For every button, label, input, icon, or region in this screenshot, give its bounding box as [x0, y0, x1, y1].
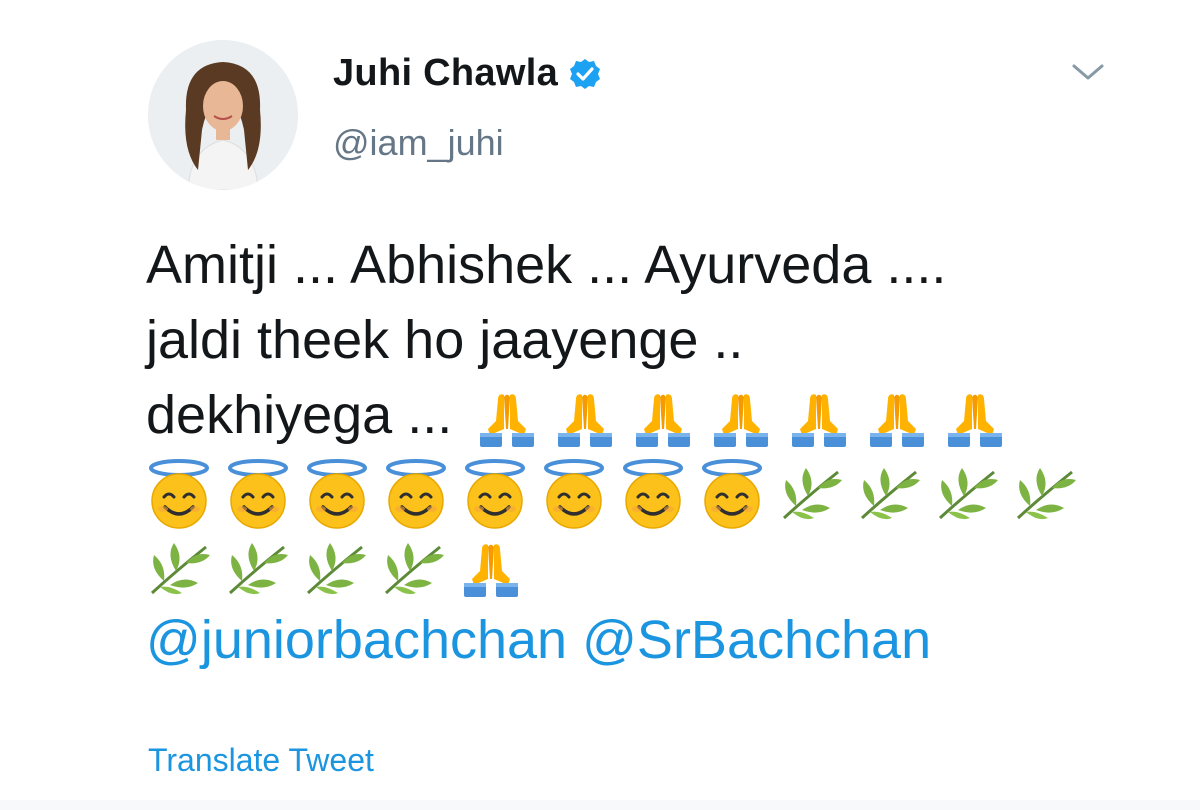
- smiling-face-with-halo-emoji: [620, 459, 686, 529]
- folded-hands-emoji: [474, 389, 540, 449]
- smiling-face-with-halo-emoji: [225, 459, 291, 529]
- folded-hands-emoji: [630, 389, 696, 449]
- mention-srbachchan[interactable]: @SrBachchan: [582, 610, 931, 670]
- tweet-line-3-text: dekhiyega ...: [146, 385, 453, 445]
- smiling-face-with-halo-emoji: [383, 459, 449, 529]
- emoji-row-2: [146, 528, 1146, 603]
- folded-hands-emoji: [942, 389, 1008, 449]
- tweet-text: Amitji ... Abhishek ... Ayurveda .... ja…: [146, 228, 1146, 678]
- author-name[interactable]: Juhi Chawla: [333, 52, 558, 95]
- smiling-face-with-halo-emoji: [304, 459, 370, 529]
- emoji-row-1: [146, 453, 1146, 528]
- herb-emoji: [856, 466, 922, 522]
- avatar[interactable]: [148, 40, 298, 190]
- mention-juniorbachchan[interactable]: @juniorbachchan: [146, 610, 567, 670]
- profile-photo: [148, 40, 298, 190]
- herb-emoji: [380, 541, 446, 597]
- smiling-face-with-halo-emoji: [462, 459, 528, 529]
- herb-emoji: [934, 466, 1000, 522]
- folded-hands-emoji: [786, 389, 852, 449]
- folded-hands-emoji: [864, 389, 930, 449]
- folded-hands-emoji: [458, 539, 524, 599]
- herb-emoji: [146, 541, 212, 597]
- smiling-face-with-halo-emoji: [146, 459, 212, 529]
- folded-hands-emoji: [552, 389, 618, 449]
- bottom-divider: [0, 800, 1200, 810]
- author-handle[interactable]: @iam_juhi: [333, 122, 504, 164]
- tweet-line-1: Amitji ... Abhishek ... Ayurveda ....: [146, 235, 947, 295]
- verified-badge-icon: [570, 58, 601, 89]
- chevron-down-icon[interactable]: [1068, 58, 1108, 86]
- tweet-line-2: jaldi theek ho jaayenge ..: [146, 310, 744, 370]
- herb-emoji: [1012, 466, 1078, 522]
- herb-emoji: [224, 541, 290, 597]
- herb-emoji: [778, 466, 844, 522]
- translate-tweet-link[interactable]: Translate Tweet: [148, 742, 374, 779]
- smiling-face-with-halo-emoji: [541, 459, 607, 529]
- herb-emoji: [302, 541, 368, 597]
- author-name-row[interactable]: Juhi Chawla: [333, 52, 602, 95]
- smiling-face-with-halo-emoji: [699, 459, 765, 529]
- folded-hands-emoji: [708, 389, 774, 449]
- tweet-line-3: dekhiyega ...: [146, 378, 1146, 453]
- mentions-line: @juniorbachchan @SrBachchan: [146, 603, 1146, 678]
